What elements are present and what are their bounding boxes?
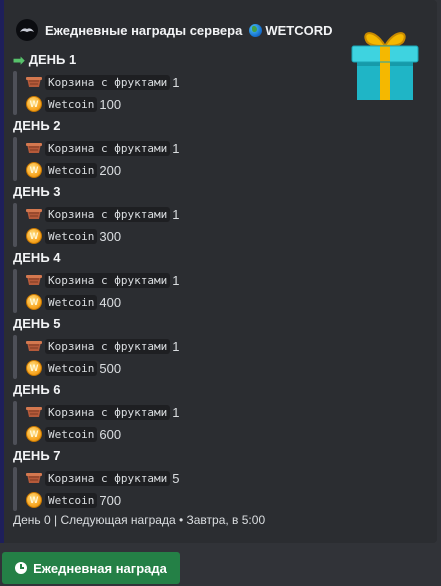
right-arrow-icon: ➡ xyxy=(13,52,25,68)
item-quantity: 1 xyxy=(172,140,180,156)
item-quantity: 5 xyxy=(172,470,180,486)
item-quantity: 1 xyxy=(172,206,180,222)
day-title-row: ДЕНЬ 6 xyxy=(13,381,179,399)
day-rewards: Корзина с фруктами 1 W Wetcoin 200 xyxy=(13,137,179,181)
item-reward: Корзина с фруктами 1 xyxy=(25,137,179,159)
coin-name: Wetcoin xyxy=(45,426,98,442)
author-name: Ежедневные награды сервера xyxy=(45,22,243,38)
day-title: ДЕНЬ 2 xyxy=(13,118,61,133)
gift-box-icon xyxy=(351,32,419,100)
coin-name: Wetcoin xyxy=(45,360,98,376)
day-rewards: Корзина с фруктами 1 W Wetcoin 400 xyxy=(13,269,179,313)
coin-name: Wetcoin xyxy=(45,228,98,244)
server-tag: WETCORD xyxy=(249,22,333,38)
item-reward: Корзина с фруктами 1 xyxy=(25,269,179,291)
reward-day: ДЕНЬ 6 Корзина с фруктами 1 W Wetcoin 60… xyxy=(13,381,179,445)
coin-reward: W Wetcoin 100 xyxy=(25,93,179,115)
item-name: Корзина с фруктами xyxy=(45,206,171,222)
item-name: Корзина с фруктами xyxy=(45,338,171,354)
item-reward: Корзина с фруктами 1 xyxy=(25,335,179,357)
day-title-row: ДЕНЬ 4 xyxy=(13,249,179,267)
day-rewards: Корзина с фруктами 1 W Wetcoin 100 xyxy=(13,71,179,115)
coin-reward: W Wetcoin 600 xyxy=(25,423,179,445)
embed-footer: День 0 | Следующая награда • Завтра, в 5… xyxy=(13,513,266,527)
reward-day: ➡ ДЕНЬ 1 Корзина с фруктами 1 W Wetcoin … xyxy=(13,51,179,115)
day-title: ДЕНЬ 1 xyxy=(28,52,77,67)
day-title: ДЕНЬ 3 xyxy=(13,184,61,199)
wetcoin-icon: W xyxy=(25,227,43,245)
item-quantity: 1 xyxy=(172,338,180,354)
reward-day: ДЕНЬ 5 Корзина с фруктами 1 W Wetcoin 50… xyxy=(13,315,179,379)
wetcoin-icon: W xyxy=(25,161,43,179)
coin-amount: 100 xyxy=(99,96,122,112)
fruit-basket-icon xyxy=(25,73,43,91)
item-reward: Корзина с фруктами 1 xyxy=(25,203,179,225)
coin-reward: W Wetcoin 200 xyxy=(25,159,179,181)
reward-day: ДЕНЬ 2 Корзина с фруктами 1 W Wetcoin 20… xyxy=(13,117,179,181)
reward-day: ДЕНЬ 7 Корзина с фруктами 5 W Wetcoin 70… xyxy=(13,447,179,511)
daily-reward-button[interactable]: Ежедневная награда xyxy=(2,552,180,584)
day-title: ДЕНЬ 6 xyxy=(13,382,61,397)
embed-author: Ежедневные награды сервера WETCORD xyxy=(16,19,333,41)
server-avatar xyxy=(16,19,38,41)
daily-reward-button-label: Ежедневная награда xyxy=(33,560,167,576)
coin-amount: 300 xyxy=(99,228,122,244)
day-title: ДЕНЬ 7 xyxy=(13,448,61,463)
day-title-row: ➡ ДЕНЬ 1 xyxy=(13,51,179,69)
fruit-basket-icon xyxy=(25,205,43,223)
coin-reward: W Wetcoin 400 xyxy=(25,291,179,313)
coin-name: Wetcoin xyxy=(45,96,98,112)
fruit-basket-icon xyxy=(25,403,43,421)
item-reward: Корзина с фруктами 1 xyxy=(25,401,179,423)
coin-name: Wetcoin xyxy=(45,492,98,508)
day-rewards: Корзина с фруктами 5 W Wetcoin 700 xyxy=(13,467,179,511)
coin-amount: 500 xyxy=(99,360,122,376)
fruit-basket-icon xyxy=(25,469,43,487)
item-quantity: 1 xyxy=(172,404,180,420)
item-name: Корзина с фруктами xyxy=(45,74,171,90)
item-quantity: 1 xyxy=(172,74,180,90)
coin-amount: 700 xyxy=(99,492,122,508)
wetcoin-icon: W xyxy=(25,425,43,443)
coin-amount: 600 xyxy=(99,426,122,442)
wetcoin-icon: W xyxy=(25,359,43,377)
item-name: Корзина с фруктами xyxy=(45,140,171,156)
fruit-basket-icon xyxy=(25,271,43,289)
coin-reward: W Wetcoin 300 xyxy=(25,225,179,247)
clock-icon xyxy=(15,562,28,574)
coin-reward: W Wetcoin 500 xyxy=(25,357,179,379)
item-reward: Корзина с фруктами 1 xyxy=(25,71,179,93)
reward-day: ДЕНЬ 4 Корзина с фруктами 1 W Wetcoin 40… xyxy=(13,249,179,313)
day-title-row: ДЕНЬ 3 xyxy=(13,183,179,201)
coin-amount: 400 xyxy=(99,294,122,310)
coin-name: Wetcoin xyxy=(45,162,98,178)
wetcoin-icon: W xyxy=(25,293,43,311)
coin-name: Wetcoin xyxy=(45,294,98,310)
item-name: Корзина с фруктами xyxy=(45,272,171,288)
item-name: Корзина с фруктами xyxy=(45,470,171,486)
item-reward: Корзина с фруктами 5 xyxy=(25,467,179,489)
item-quantity: 1 xyxy=(172,272,180,288)
day-rewards: Корзина с фруктами 1 W Wetcoin 500 xyxy=(13,335,179,379)
day-title-row: ДЕНЬ 7 xyxy=(13,447,179,465)
coin-amount: 200 xyxy=(99,162,122,178)
day-rewards: Корзина с фруктами 1 W Wetcoin 300 xyxy=(13,203,179,247)
day-rewards: Корзина с фруктами 1 W Wetcoin 600 xyxy=(13,401,179,445)
day-title: ДЕНЬ 4 xyxy=(13,250,61,265)
wetcoin-icon: W xyxy=(25,95,43,113)
wetcoin-icon: W xyxy=(25,491,43,509)
item-name: Корзина с фруктами xyxy=(45,404,171,420)
coin-reward: W Wetcoin 700 xyxy=(25,489,179,511)
fruit-basket-icon xyxy=(25,337,43,355)
day-title-row: ДЕНЬ 2 xyxy=(13,117,179,135)
fruit-basket-icon xyxy=(25,139,43,157)
globe-icon xyxy=(249,23,263,37)
day-title-row: ДЕНЬ 5 xyxy=(13,315,179,333)
server-name: WETCORD xyxy=(265,22,333,38)
reward-day: ДЕНЬ 3 Корзина с фруктами 1 W Wetcoin 30… xyxy=(13,183,179,247)
day-title: ДЕНЬ 5 xyxy=(13,316,61,331)
